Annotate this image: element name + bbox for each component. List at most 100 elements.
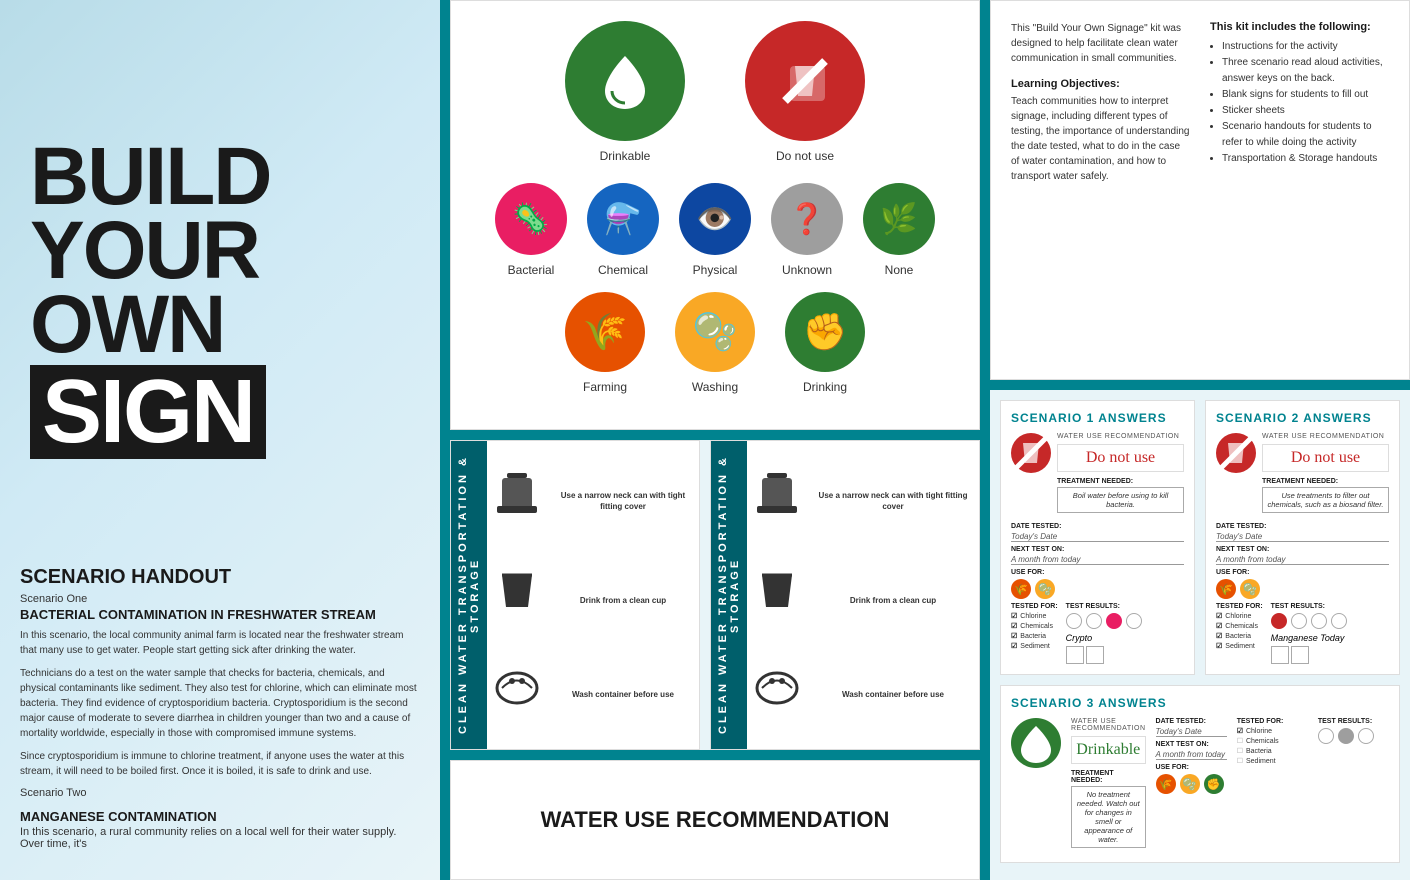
- physical-label: Physical: [693, 263, 738, 277]
- kit-item-6: Transportation & Storage handouts: [1222, 151, 1389, 167]
- scenario-two-title: MANGANESE CONTAMINATION: [20, 809, 420, 824]
- chemical-label: Chemical: [598, 263, 648, 277]
- s1-date-label: DATE TESTED:: [1011, 523, 1184, 530]
- kit-item-3: Blank signs for students to fill out: [1222, 87, 1389, 103]
- drinkable-icon-item: Drinkable: [565, 21, 685, 163]
- do-not-use-label: Do not use: [776, 149, 834, 163]
- s1-next-label: NEXT TEST ON:: [1011, 546, 1184, 553]
- transport-text-r-2: Drink from a clean cup: [850, 595, 936, 606]
- icon-row-contaminants: 🦠 Bacterial ⚗️ Chemical 👁️ Physical ❓ Un…: [481, 183, 949, 277]
- farming-icon-item: 🌾 Farming: [565, 292, 645, 394]
- icon-row-main: Drinkable Do not use: [481, 21, 949, 163]
- kit-description-text: This "Build Your Own Signage" kit was de…: [1011, 21, 1190, 66]
- s2-results-label: TEST RESULTS:: [1271, 603, 1347, 610]
- physical-icon-item: 👁️ Physical: [679, 183, 751, 277]
- left-panel: BUILD YOUR OWN SIGN SCENARIO HANDOUT Sce…: [0, 0, 440, 880]
- s2-next-value: A month from today: [1216, 555, 1389, 565]
- scenario-1-answer: SCENARIO 1 ANSWERS WATER USE RECOMMENDAT…: [1000, 400, 1195, 675]
- transport-header-right: CLEAN WATER TRANSPORTATION & STORAGE: [711, 441, 747, 749]
- washing-label: Washing: [692, 380, 738, 394]
- learning-objectives-title: Learning Objectives:: [1011, 78, 1190, 90]
- title-sign-wrapper: SIGN: [30, 365, 266, 459]
- scenario-1-icon: [1011, 433, 1051, 473]
- transport-text-r-3: Wash container before use: [842, 689, 944, 700]
- bacterial-label: Bacterial: [508, 263, 555, 277]
- transport-text-2: Drink from a clean cup: [580, 595, 666, 606]
- s1-results-label: TEST RESULTS:: [1066, 603, 1142, 610]
- s1-tested-label: TESTED FOR:: [1011, 603, 1058, 610]
- s3-use-for-label: USE FOR:: [1156, 764, 1227, 771]
- s3-use-icon-2: 🫧: [1180, 774, 1200, 794]
- s1-next-value: A month from today: [1011, 555, 1184, 565]
- s2-rec-label: WATER USE RECOMMENDATION: [1262, 433, 1389, 440]
- transport-icon-container: [492, 468, 542, 527]
- icon-row-uses: 🌾 Farming 🫧 Washing ✊ Drinking: [481, 292, 949, 394]
- none-circle: 🌿: [863, 183, 935, 255]
- drinkable-circle: [565, 21, 685, 141]
- s3-date-value: Today's Date: [1156, 727, 1227, 737]
- bacterial-icon-item: 🦠 Bacterial: [495, 183, 567, 277]
- title-sign: SIGN: [42, 362, 254, 462]
- title-own: OWN: [30, 288, 420, 362]
- title-your: YOUR: [30, 214, 420, 288]
- title-area: BUILD YOUR OWN SIGN: [20, 140, 420, 459]
- s2-do-not-use: Do not use: [1262, 444, 1389, 472]
- s2-result-4: [1331, 613, 1347, 629]
- icons-panel: Drinkable Do not use 🦠 Bacte: [450, 0, 980, 430]
- scenario-one-title: BACTERIAL CONTAMINATION IN FRESHWATER ST…: [20, 607, 420, 622]
- scenario-2-icon: [1216, 433, 1256, 473]
- s2-result-text: Manganese Today: [1271, 633, 1347, 643]
- s3-next-label: NEXT TEST ON:: [1156, 741, 1227, 748]
- transport-icons-col: [487, 441, 547, 749]
- s2-checkboxes: ☑Chlorine ☑Chemicals ☑Bacteria ☑Sediment: [1216, 612, 1263, 650]
- title-build: BUILD: [30, 140, 420, 214]
- transport-text-col: Use a narrow neck can with tight fitting…: [547, 441, 699, 749]
- scenario-1-title: SCENARIO 1 ANSWERS: [1011, 411, 1184, 425]
- farming-label: Farming: [583, 380, 627, 394]
- s1-result-1: [1066, 613, 1082, 629]
- transport-icon-cup: [492, 565, 542, 624]
- vertical-divider-2: [980, 0, 990, 880]
- s2-treatment-text: Use treatments to filter out chemicals, …: [1262, 487, 1389, 513]
- kit-includes-list: Instructions for the activity Three scen…: [1210, 39, 1389, 167]
- transport-text-1: Use a narrow neck can with tight fitting…: [551, 490, 695, 512]
- chemical-circle: ⚗️: [587, 183, 659, 255]
- kit-description-panel: This "Build Your Own Signage" kit was de…: [990, 0, 1410, 380]
- s1-result-2: [1086, 613, 1102, 629]
- drinking-icon-item: ✊ Drinking: [785, 292, 865, 394]
- washing-circle: 🫧: [675, 292, 755, 372]
- s3-date-label: DATE TESTED:: [1156, 718, 1227, 725]
- s3-use-icon-3: ✊: [1204, 774, 1224, 794]
- scenario-2-title: SCENARIO 2 ANSWERS: [1216, 411, 1389, 425]
- s2-use-icon-2: 🫧: [1240, 579, 1260, 599]
- s2-treatment-label: TREATMENT NEEDED:: [1262, 478, 1389, 485]
- kit-item-5: Scenario handouts for students to refer …: [1222, 119, 1389, 151]
- answers-row-1: SCENARIO 1 ANSWERS WATER USE RECOMMENDAT…: [1000, 400, 1400, 675]
- s1-use-icons: 🌾 🫧: [1011, 579, 1184, 599]
- s3-result-3: [1358, 728, 1374, 744]
- learning-objectives-text: Teach communities how to interpret signa…: [1011, 94, 1190, 184]
- kit-item-2: Three scenario read aloud activities, an…: [1222, 55, 1389, 87]
- physical-circle: 👁️: [679, 183, 751, 255]
- do-not-use-circle: [745, 21, 865, 141]
- transport-header-left: CLEAN WATER TRANSPORTATION & STORAGE: [451, 441, 487, 749]
- s1-box-1: [1066, 646, 1084, 664]
- s3-treatment-label: TREATMENT NEEDED:: [1071, 770, 1146, 784]
- farming-circle: 🌾: [565, 292, 645, 372]
- s2-use-icon-1: 🌾: [1216, 579, 1236, 599]
- horizontal-divider-3: [450, 750, 980, 760]
- s2-result-2: [1291, 613, 1307, 629]
- s1-use-icon-2: 🫧: [1035, 579, 1055, 599]
- s1-treatment-label: TREATMENT NEEDED:: [1057, 478, 1184, 485]
- s1-result-text: Crypto: [1066, 633, 1142, 643]
- s3-results-label: TEST RESULTS:: [1318, 718, 1389, 725]
- s1-use-for-label: USE FOR:: [1011, 569, 1184, 576]
- transport-text-col-r: Use a narrow neck can with tight fitting…: [807, 441, 979, 749]
- drinking-circle: ✊: [785, 292, 865, 372]
- transport-icons-col-r: [747, 441, 807, 749]
- kit-item-4: Sticker sheets: [1222, 103, 1389, 119]
- transport-icon-container-r: [752, 468, 802, 527]
- none-label: None: [885, 263, 914, 277]
- chemical-icon-item: ⚗️ Chemical: [587, 183, 659, 277]
- s1-result-4: [1126, 613, 1142, 629]
